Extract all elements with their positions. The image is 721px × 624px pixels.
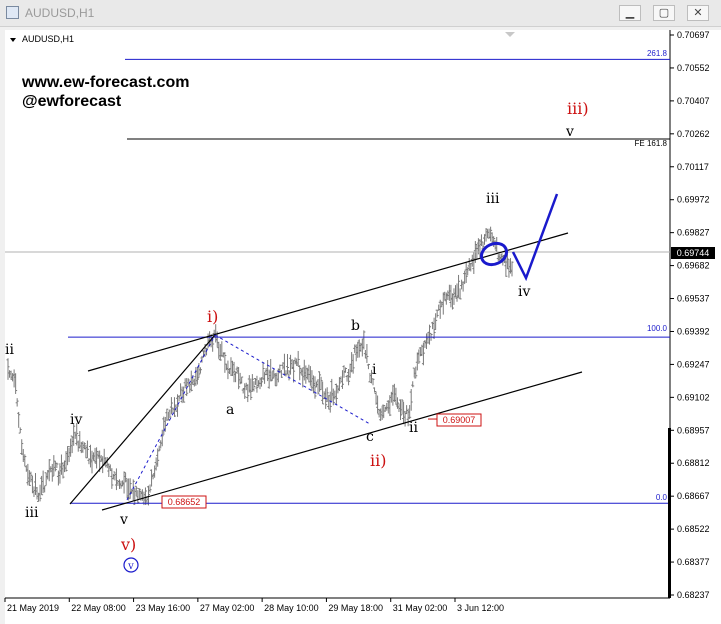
time-tick-label: 21 May 2019 — [7, 603, 59, 613]
wave-label-iii-paren: iii) — [567, 99, 589, 118]
price-tick-label: 0.70117 — [677, 162, 709, 172]
time-tick-label: 23 May 16:00 — [136, 603, 191, 613]
price-tick-label: 0.69102 — [677, 392, 710, 402]
price-tick-label: 0.69827 — [677, 228, 710, 238]
price-tick-label: 0.68667 — [677, 491, 710, 501]
wave-label-iv-minor: iv — [518, 284, 530, 300]
time-tick-label: 31 May 02:00 — [393, 603, 448, 613]
price-tick-label: 0.69247 — [677, 359, 710, 369]
symbol-label: AUDUSD,H1 — [22, 34, 74, 44]
price-tick-label: 0.69392 — [677, 326, 710, 336]
fib-label-100: 100.0 — [647, 324, 668, 333]
extension-label: FE 161.8 — [635, 139, 668, 148]
wave-label-i-paren: i) — [207, 307, 218, 326]
time-tick-label: 27 May 02:00 — [200, 603, 255, 613]
fib-label-261: 261.8 — [647, 49, 668, 58]
wave-label-ii: ii — [5, 342, 14, 358]
watermark-handle: @ewforecast — [22, 93, 122, 110]
time-tick-label: 22 May 08:00 — [71, 603, 126, 613]
wave-label-iii: iii — [25, 505, 39, 521]
wave-label-iii-minor: iii — [486, 191, 500, 207]
price-tick-label: 0.70697 — [677, 30, 710, 40]
price-label-low-ii: 0.69007 — [443, 415, 476, 425]
price-tick-label: 0.68237 — [677, 590, 710, 600]
fib-label-0: 0.0 — [656, 493, 668, 502]
wave-label-b: b — [351, 318, 360, 334]
current-price-value: 0.69744 — [677, 248, 710, 258]
close-button[interactable]: ✕ — [687, 5, 709, 21]
wave-label-circled-v: v — [127, 561, 134, 572]
wave-label-v-minor: v — [565, 124, 574, 140]
price-tick-label: 0.70262 — [677, 129, 710, 139]
wave-label-c: c — [366, 429, 374, 445]
price-tick-label: 0.68377 — [677, 557, 710, 567]
time-tick-label: 29 May 18:00 — [328, 603, 383, 613]
wave-label-a: a — [226, 402, 234, 418]
chart-scroll-marker[interactable] — [668, 428, 671, 598]
window-title: AUDUSD,H1 — [25, 6, 95, 20]
price-tick-label: 0.68957 — [677, 425, 710, 435]
wave-label-ii-paren: ii) — [370, 451, 386, 470]
price-tick-label: 0.69972 — [677, 195, 710, 205]
wave-label-iv: iv — [70, 412, 82, 428]
chart-window-icon — [6, 6, 19, 19]
time-tick-label: 3 Jun 12:00 — [457, 603, 504, 613]
price-tick-label: 0.69537 — [677, 294, 710, 304]
wave-label-i: i — [372, 362, 377, 378]
maximize-button[interactable]: ▢ — [653, 5, 675, 21]
wave-label-v-paren: v) — [120, 535, 136, 554]
watermark-website: www.ew-forecast.com — [21, 74, 189, 91]
price-tick-label: 0.68522 — [677, 524, 710, 534]
price-chart[interactable]: 0.70697 0.70552 0.70407 0.70262 0.70117 0.699… — [0, 26, 721, 624]
price-tick-label: 0.70552 — [677, 63, 710, 73]
minimize-button[interactable]: ▁ — [619, 5, 641, 21]
price-tick-label: 0.69682 — [677, 261, 710, 271]
wave-label-ii-minor: ii — [409, 420, 418, 436]
wave-label-v: v — [119, 512, 128, 528]
time-tick-label: 28 May 10:00 — [264, 603, 319, 613]
price-tick-label: 0.70407 — [677, 96, 710, 106]
terminal-window: AUDUSD,H1 ▁ ▢ ✕ 0.70697 0.70552 0.70407 0.7… — [0, 0, 721, 624]
price-tick-label: 0.68812 — [677, 458, 710, 468]
window-titlebar: AUDUSD,H1 ▁ ▢ ✕ — [0, 0, 721, 27]
price-label-low-v: 0.68652 — [168, 497, 201, 507]
